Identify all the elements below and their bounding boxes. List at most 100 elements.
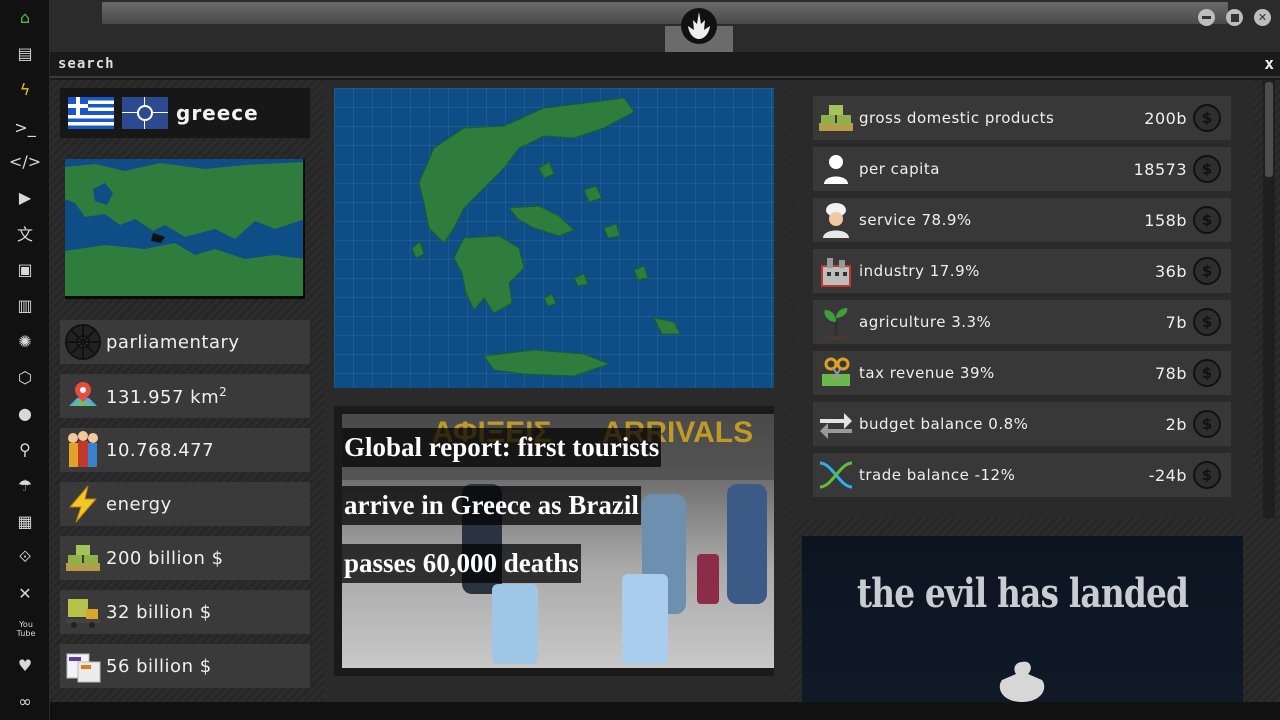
globe-icon[interactable]: ● bbox=[12, 400, 38, 426]
search-label: search bbox=[58, 56, 115, 72]
economy-label: industry 17.9% bbox=[859, 262, 980, 280]
home-icon[interactable]: ⌂ bbox=[12, 4, 38, 30]
area-stat: 131.957 km2 bbox=[60, 374, 310, 418]
dollar-coin-button[interactable]: $ bbox=[1193, 410, 1221, 438]
maximize-button[interactable] bbox=[1226, 9, 1243, 26]
news-headline-line-2: arrive in Greece as Brazil bbox=[342, 486, 641, 525]
hexagon-icon[interactable]: ⬡ bbox=[12, 364, 38, 390]
lightning-icon bbox=[60, 482, 106, 526]
umbrella-icon[interactable]: ☂ bbox=[12, 472, 38, 498]
government-value: parliamentary bbox=[106, 331, 240, 353]
economy-row: industry 17.9% 36b $ bbox=[813, 249, 1231, 293]
suitcase bbox=[492, 584, 538, 664]
economy-label: trade balance -12% bbox=[859, 466, 1016, 484]
economy-label: agriculture 3.3% bbox=[859, 313, 992, 331]
economy-panel: gross domestic products 200b $ per capita 18… bbox=[793, 80, 1253, 518]
minimize-button[interactable] bbox=[1198, 9, 1215, 26]
dollar-coin-button[interactable]: $ bbox=[1193, 308, 1221, 336]
population-icon bbox=[60, 428, 106, 472]
dove-icon bbox=[999, 661, 1045, 702]
sidebar: ⌂ ▤ ϟ >_ </> ▶ 文 ▣ ▥ ✺ ⬡ ● ⚲ ☂ ▦ ⟐ ✕ You Tube ♥ ∞ bbox=[0, 0, 50, 720]
sprout-icon bbox=[813, 304, 859, 340]
economy-label: tax revenue 39% bbox=[859, 364, 995, 382]
suitcase bbox=[622, 574, 668, 664]
news-photo: ΑΦΙΞΕΙΣ ARRIVALS Global report: first to… bbox=[342, 414, 774, 668]
code-icon[interactable]: </> bbox=[9, 148, 41, 174]
map-news-column: ΑΦΙΞΕΙΣ ARRIVALS Global report: first to… bbox=[324, 80, 790, 702]
population-stat: 10.768.477 bbox=[60, 428, 310, 472]
news-headline-line-3: passes 60,000 deaths bbox=[342, 544, 581, 583]
economy-row: gross domestic products 200b $ bbox=[813, 96, 1231, 140]
industry-output-value: 32 billion $ bbox=[106, 601, 212, 623]
promo-banner[interactable]: the evil has landed bbox=[802, 536, 1243, 702]
suitcase bbox=[697, 554, 719, 604]
news-headline-line-1: Global report: first tourists bbox=[342, 428, 662, 467]
energy-stat[interactable]: energy bbox=[60, 482, 310, 526]
promo-text: the evil has landed bbox=[856, 570, 1189, 617]
dollar-coin-button[interactable]: $ bbox=[1193, 155, 1221, 183]
tax-scissors-icon bbox=[813, 356, 859, 390]
infinity-icon[interactable]: ∞ bbox=[12, 688, 38, 714]
dollar-coin-button[interactable]: $ bbox=[1193, 257, 1221, 285]
economy-amount: 18573 bbox=[1133, 159, 1187, 179]
person-icon bbox=[813, 152, 859, 186]
close-window-button[interactable]: ✕ bbox=[1254, 9, 1271, 26]
rebel-alliance-logo bbox=[665, 0, 733, 52]
economy-label: service 78.9% bbox=[859, 211, 972, 229]
chef-icon bbox=[813, 202, 859, 238]
economy-amount: -24b bbox=[1148, 465, 1187, 485]
newspaper-icon[interactable]: ▥ bbox=[12, 292, 38, 318]
gdp-stat: 200 billion $ bbox=[60, 536, 310, 580]
cash-stack-icon bbox=[813, 101, 859, 135]
close-search-button[interactable]: x bbox=[1264, 54, 1274, 73]
youtube-icon[interactable]: You Tube bbox=[12, 616, 40, 642]
country-name: greece bbox=[176, 101, 259, 125]
economy-label: budget balance 0.8% bbox=[859, 415, 1029, 433]
heart-icon[interactable]: ♥ bbox=[12, 652, 38, 678]
image-icon[interactable]: ▣ bbox=[12, 256, 38, 282]
economy-row: service 78.9% 158b $ bbox=[813, 198, 1231, 242]
title-bar: ✕ bbox=[50, 0, 1280, 52]
shipping-box-icon bbox=[60, 644, 106, 688]
gdp-value: 200 billion $ bbox=[106, 547, 224, 569]
economy-amount: 7b bbox=[1165, 312, 1187, 332]
country-map[interactable] bbox=[334, 88, 774, 388]
play-icon[interactable]: ▶ bbox=[12, 184, 38, 210]
contact-card-icon[interactable]: ▦ bbox=[12, 508, 38, 534]
dollar-coin-button[interactable]: $ bbox=[1193, 104, 1221, 132]
trade-cross-icon bbox=[813, 459, 859, 491]
dollar-coin-button[interactable]: $ bbox=[1193, 461, 1221, 489]
economy-amount: 36b bbox=[1154, 261, 1187, 281]
scrollbar-thumb[interactable] bbox=[1265, 82, 1273, 177]
map-pin-icon bbox=[60, 374, 106, 418]
news-card[interactable]: ΑΦΙΞΕΙΣ ARRIVALS Global report: first to… bbox=[334, 406, 774, 676]
cash-stack-icon bbox=[60, 536, 106, 580]
economy-label: per capita bbox=[859, 160, 940, 178]
traveler-figure bbox=[727, 484, 767, 604]
industry-output-stat: 32 billion $ bbox=[60, 590, 310, 634]
terminal-icon[interactable]: >_ bbox=[12, 114, 38, 140]
link-icon[interactable]: ⟐ bbox=[12, 544, 38, 570]
economy-amount: 2b bbox=[1165, 414, 1187, 434]
translate-icon[interactable]: 文 bbox=[12, 220, 38, 246]
forklift-icon bbox=[60, 590, 106, 634]
search-icon[interactable]: ⚲ bbox=[12, 436, 38, 462]
government-stat: parliamentary bbox=[60, 320, 310, 364]
world-minimap[interactable] bbox=[65, 159, 305, 299]
exchange-arrows-icon bbox=[813, 409, 859, 439]
expand-icon[interactable]: ✕ bbox=[12, 580, 38, 606]
lightning-icon[interactable]: ϟ bbox=[12, 76, 38, 102]
population-value: 10.768.477 bbox=[106, 439, 215, 461]
dollar-coin-button[interactable]: $ bbox=[1193, 206, 1221, 234]
economy-amount: 200b bbox=[1144, 108, 1187, 128]
dollar-coin-button[interactable]: $ bbox=[1193, 359, 1221, 387]
economy-label: gross domestic products bbox=[859, 109, 1055, 127]
status-bar bbox=[50, 702, 1280, 720]
greece-flag-icon bbox=[68, 97, 114, 129]
document-icon[interactable]: ▤ bbox=[12, 40, 38, 66]
search-bar[interactable]: search x bbox=[50, 52, 1280, 78]
economy-amount: 158b bbox=[1144, 210, 1187, 230]
empire-icon[interactable]: ✺ bbox=[12, 328, 38, 354]
economy-row: agriculture 3.3% 7b $ bbox=[813, 300, 1231, 344]
economy-scrollbar[interactable] bbox=[1263, 80, 1275, 518]
